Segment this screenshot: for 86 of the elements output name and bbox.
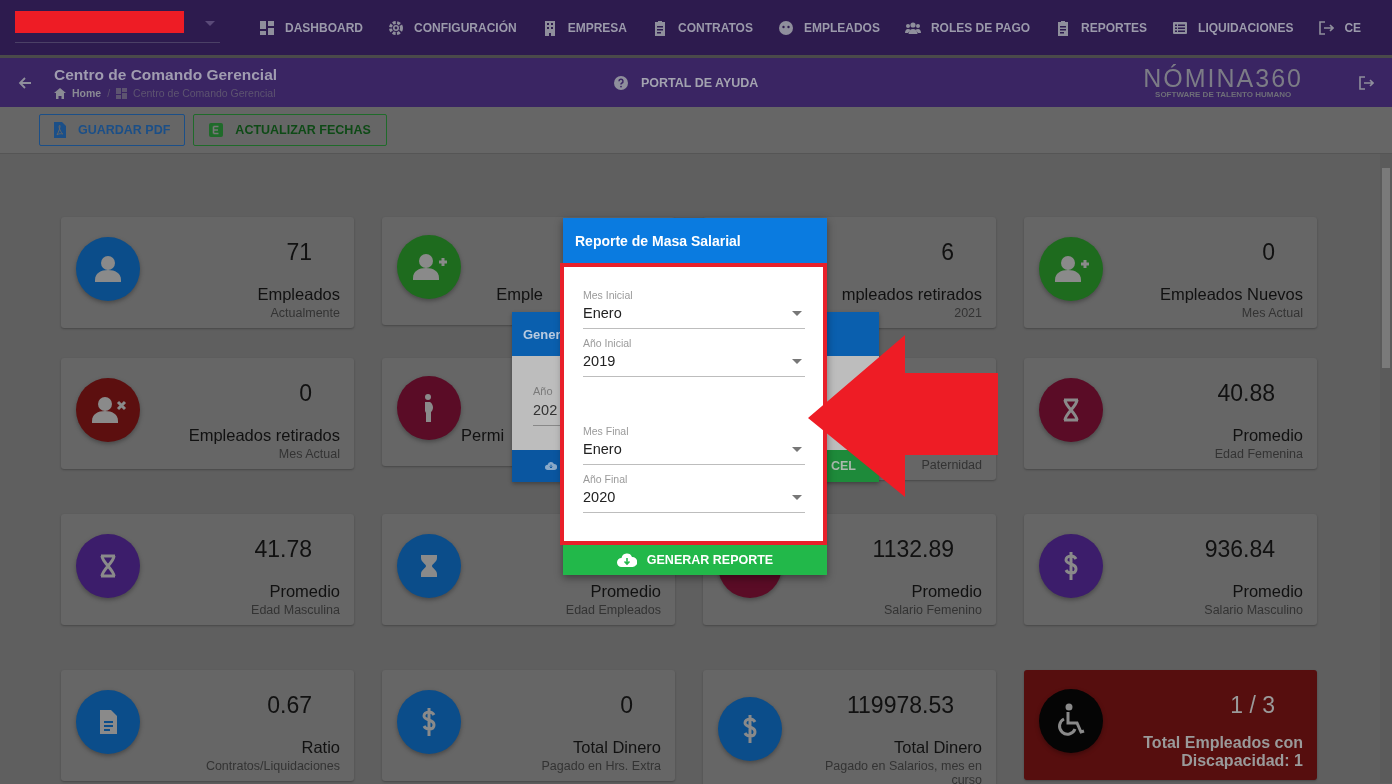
breadcrumb-link[interactable]: Home: [72, 87, 102, 99]
select-field[interactable]: Año Final 2020: [583, 473, 805, 513]
nav-link[interactable]: CONTRATOS: [652, 19, 753, 36]
dialog-title: Reporte de Masa Salarial: [575, 232, 741, 249]
nav-link[interactable]: EMPLEADOS: [777, 19, 880, 36]
stat-title: Empleados Nuevos: [1159, 285, 1303, 304]
stat-title: Total Empleados con Discapacidad: 1: [1142, 734, 1303, 771]
stat-value: 71: [286, 239, 312, 266]
dollar-icon: [718, 696, 782, 761]
spreadsheet-icon: [209, 123, 224, 137]
logout-icon: [1318, 19, 1335, 36]
stat-value: 0: [1262, 239, 1275, 266]
stat-value: 936.84: [1204, 536, 1275, 563]
field-label: Año: [533, 385, 553, 397]
logout-icon[interactable]: [1358, 74, 1374, 91]
stat-title: mpleados retirados: [841, 285, 982, 304]
logo-text: NÓMINA360: [1143, 66, 1303, 91]
back-arrow-icon[interactable]: [18, 75, 32, 90]
people-icon: [904, 19, 921, 36]
home-icon: [54, 87, 66, 99]
stat-title: Permi: [461, 426, 505, 445]
stat-title: Total Dinero: [893, 738, 982, 757]
caret-icon: [792, 310, 802, 316]
person-x-icon: [76, 377, 140, 442]
nav-link[interactable]: CE: [1318, 19, 1362, 36]
list-icon: [1172, 19, 1189, 36]
stat-value: 41.78: [254, 536, 312, 563]
stat-value: 0: [299, 380, 312, 407]
help-link[interactable]: PORTAL DE AYUDA: [614, 75, 759, 90]
pdf-file-icon: [54, 122, 66, 138]
stat-title: Empleados: [257, 285, 340, 304]
stat-title: Ratio: [301, 738, 340, 757]
dollar-icon: [397, 689, 461, 754]
nav-link[interactable]: ROLES DE PAGO: [904, 19, 1031, 36]
person-plus-icon: [397, 235, 461, 299]
wheelchair-icon: [1039, 689, 1103, 753]
caret-icon[interactable]: [205, 21, 215, 26]
stat-title: Promedio: [269, 582, 340, 601]
person-plus-icon: [1039, 236, 1103, 301]
stat-title: Promedio: [590, 582, 661, 601]
select-field[interactable]: Año Inicial 2019: [583, 337, 805, 377]
stat-value: 119978.53: [847, 692, 954, 719]
caret-icon: [792, 358, 802, 364]
dollar-icon: [1039, 533, 1103, 598]
stat-title: Total Dinero: [572, 738, 661, 757]
select-field[interactable]: Mes Final Enero: [583, 425, 805, 465]
dialog-title: Gener: [523, 326, 561, 342]
caret-icon: [792, 494, 802, 500]
scrollbar[interactable]: [1380, 154, 1392, 783]
help-icon: [614, 75, 628, 90]
gear-icon: [388, 19, 404, 36]
nav-link[interactable]: CONFIGURACIÓN: [388, 19, 517, 36]
select-field[interactable]: Mes Inicial Enero: [583, 289, 805, 329]
stat-title: Empleados retirados: [188, 426, 340, 445]
stat-title: Promedio: [911, 582, 982, 601]
logo-tagline: SOFTWARE DE TALENTO HUMANO: [1155, 91, 1292, 99]
caret-icon: [792, 446, 802, 452]
grid-icon: [116, 87, 128, 99]
stat-value: 0.67: [267, 692, 312, 719]
hourglass-icon: [76, 533, 140, 598]
nav-link[interactable]: REPORTES: [1055, 19, 1148, 36]
breadcrumb-separator: /: [107, 87, 111, 99]
stat-value: 0: [620, 692, 633, 719]
pregnant-icon: [397, 376, 461, 440]
cloud-download-icon: [616, 553, 637, 567]
stat-value: 40.88: [1217, 380, 1275, 407]
stat-value: 1132.89: [872, 536, 954, 563]
stat-title: Promedio: [1232, 582, 1303, 601]
nav-link[interactable]: EMPRESA: [541, 19, 627, 36]
nav-link[interactable]: DASHBOARD: [259, 19, 363, 36]
scrollbar-thumb[interactable]: [1382, 168, 1390, 368]
hourglass-solid-icon: [397, 533, 461, 598]
page-title: Centro de Comando Gerencial: [54, 66, 279, 84]
person-icon: [76, 236, 140, 301]
face-icon: [777, 19, 794, 36]
document-icon: [76, 689, 140, 754]
cloud-download-icon: [545, 460, 557, 472]
grid-icon: [259, 19, 275, 36]
stat-value: 6: [941, 239, 954, 266]
hourglass-icon: [1039, 377, 1103, 442]
nav-link[interactable]: LIQUIDACIONES: [1172, 19, 1294, 36]
clipboard-icon: [652, 19, 668, 36]
stat-value: 1 / 3: [1230, 692, 1275, 719]
stat-title: Emple: [496, 285, 543, 304]
generate-button[interactable]: [512, 450, 563, 482]
stat-title: Promedio: [1232, 426, 1303, 445]
